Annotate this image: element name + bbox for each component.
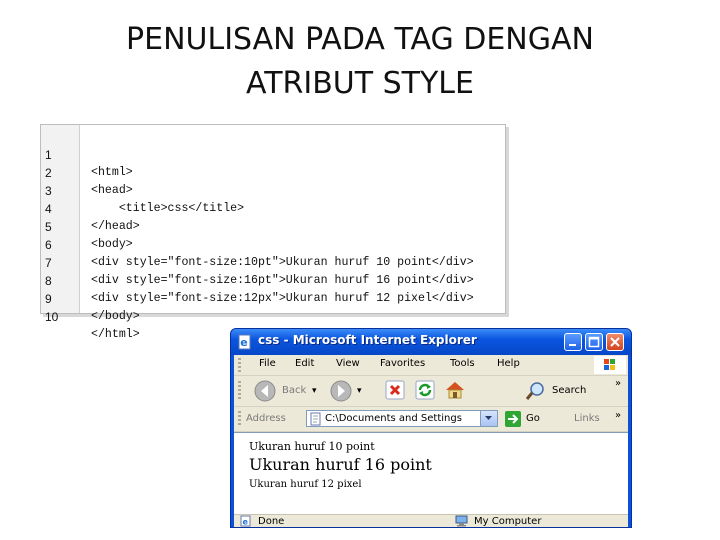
code-line: 1 <html>: [41, 128, 505, 179]
address-dropdown-button[interactable]: [480, 411, 497, 426]
chevron-down-icon: [485, 416, 492, 420]
svg-text:e: e: [243, 518, 249, 527]
address-label: Address: [246, 413, 286, 424]
toolbar-more-icon[interactable]: »: [615, 378, 621, 389]
back-dropdown-icon[interactable]: ▾: [312, 386, 317, 396]
address-input[interactable]: C:\Documents and Settings: [306, 410, 498, 427]
go-arrow-icon: [505, 411, 521, 427]
menu-favorites[interactable]: Favorites: [380, 358, 425, 369]
line-number: 10: [45, 310, 59, 324]
address-bar: Address C:\Documents and Settings Go Lin…: [234, 407, 628, 432]
menu-help[interactable]: Help: [497, 358, 520, 369]
stop-button[interactable]: [384, 379, 408, 403]
content-line-16pt: Ukuran huruf 16 point: [249, 455, 432, 474]
forward-dropdown-icon[interactable]: ▾: [357, 386, 362, 396]
forward-arrow-icon: [330, 380, 352, 402]
code-line: 5 <body>: [41, 200, 505, 251]
code-line: 3 <title>css</title>: [41, 164, 505, 215]
windows-logo-icon: [594, 356, 626, 374]
go-button[interactable]: Go: [504, 410, 550, 428]
slide-title: PENULISAN PADA TAG DENGAN ATRIBUT STYLE: [60, 18, 660, 106]
code-line: 8 <div style="font-size:12px">Ukuran hur…: [41, 254, 505, 305]
done-page-icon: e: [240, 515, 251, 527]
code-line: 6 <div style="font-size:10pt">Ukuran hur…: [41, 218, 505, 269]
close-icon: [610, 337, 620, 347]
content-line-10pt: Ukuran huruf 10 point: [249, 440, 375, 453]
go-label: Go: [526, 413, 540, 424]
home-button[interactable]: [444, 379, 468, 403]
home-icon: [446, 382, 464, 399]
slide-title-line-1: PENULISAN PADA TAG DENGAN: [126, 22, 594, 57]
toolbar-grip[interactable]: [238, 411, 241, 427]
menu-edit[interactable]: Edit: [295, 358, 314, 369]
menu-file[interactable]: File: [259, 358, 276, 369]
ie-page-icon: e: [238, 334, 251, 350]
code-line: 7 <div style="font-size:16pt">Ukuran hur…: [41, 236, 505, 287]
menu-tools[interactable]: Tools: [450, 358, 475, 369]
slide-title-line-2: ATRIBUT STYLE: [246, 66, 474, 101]
browser-window: e css - Microsoft Internet Explorer File…: [230, 328, 632, 528]
refresh-button[interactable]: [414, 379, 438, 403]
forward-button[interactable]: ▾: [330, 379, 370, 403]
code-text: </html>: [91, 328, 140, 341]
maximize-icon: [588, 336, 600, 348]
minimize-icon: [569, 344, 576, 346]
page-content: Ukuran huruf 10 point Ukuran huruf 16 po…: [234, 432, 628, 515]
refresh-icon: [415, 380, 435, 400]
content-line-12px: Ukuran huruf 12 pixel: [249, 479, 362, 490]
code-listing: 1 <html> 2 <head> 3 <title>css</title> 4…: [40, 124, 506, 341]
browser-chrome: File Edit View Favorites Tools Help Back…: [234, 355, 628, 527]
links-more-icon[interactable]: »: [615, 410, 621, 421]
back-button[interactable]: Back ▾: [254, 379, 322, 403]
search-icon: [525, 382, 544, 400]
code-line: 4 </head>: [41, 182, 505, 233]
status-text: Done: [258, 516, 285, 527]
code-line: 10 </html>: [41, 290, 505, 341]
svg-text:e: e: [240, 336, 247, 349]
address-value: C:\Documents and Settings: [325, 413, 462, 424]
standard-toolbar: Back ▾ ▾ Search »: [234, 376, 628, 407]
my-computer-icon: [455, 515, 468, 527]
search-label: Search: [552, 385, 587, 396]
menu-bar: File Edit View Favorites Tools Help: [234, 355, 628, 376]
code-line: 9 </body>: [41, 272, 505, 323]
menu-view[interactable]: View: [336, 358, 360, 369]
minimize-button[interactable]: [564, 333, 582, 351]
page-icon: [310, 412, 321, 426]
security-zone: My Computer: [474, 516, 542, 527]
search-button[interactable]: Search: [524, 379, 596, 403]
maximize-button[interactable]: [585, 333, 603, 351]
back-arrow-icon: [254, 380, 276, 402]
window-titlebar[interactable]: e css - Microsoft Internet Explorer: [231, 329, 631, 355]
code-text: </body>: [91, 310, 140, 323]
window-title: css - Microsoft Internet Explorer: [258, 333, 477, 347]
stop-icon: [385, 380, 405, 400]
toolbar-grip[interactable]: [238, 358, 241, 372]
status-bar: e Done My Computer: [234, 514, 628, 527]
code-line: 2 <head>: [41, 146, 505, 197]
links-label[interactable]: Links: [574, 413, 600, 424]
toolbar-grip[interactable]: [238, 381, 241, 401]
close-button[interactable]: [606, 333, 624, 351]
back-label: Back: [282, 385, 307, 396]
